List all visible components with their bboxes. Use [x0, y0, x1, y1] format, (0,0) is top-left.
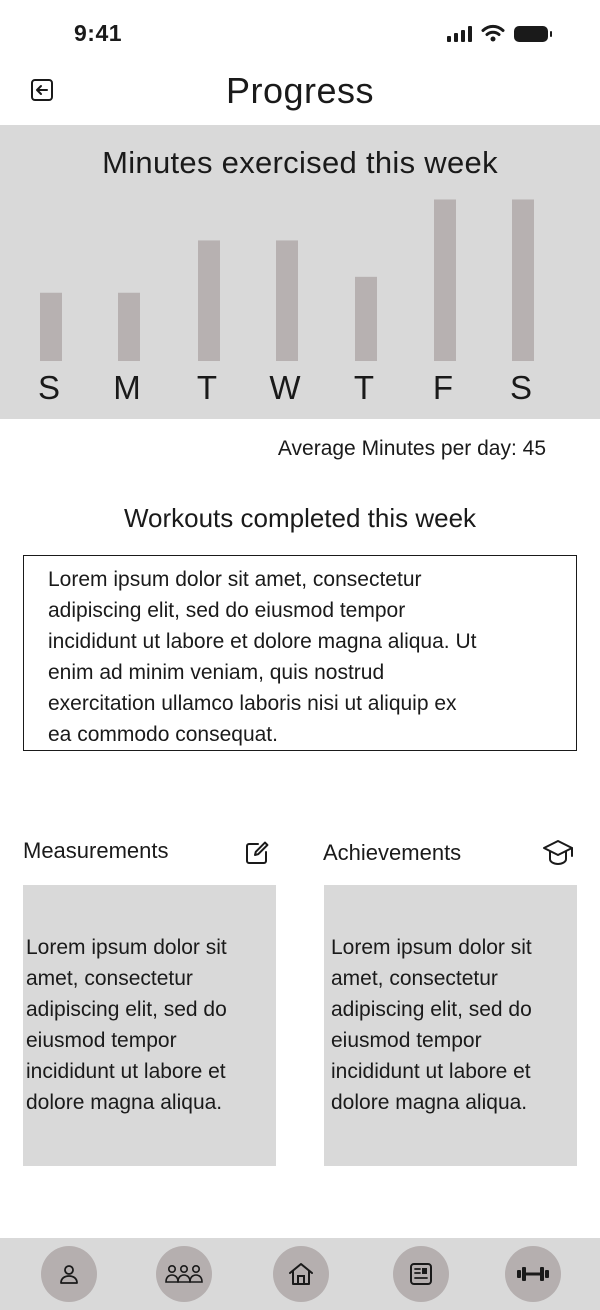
achievements-line: adipiscing elit, sed do [331, 998, 532, 1021]
chart-bar [40, 292, 62, 361]
measurements-line: eiusmod tempor [26, 1029, 177, 1052]
chart-bar [198, 240, 220, 361]
chart-bar [276, 240, 298, 361]
measurements-line: Lorem ipsum dolor sit [26, 936, 227, 959]
nav-profile-button[interactable] [41, 1246, 97, 1302]
workouts-line: Lorem ipsum dolor sit amet, consectetur [48, 568, 422, 591]
achievements-line: incididunt ut labore et [331, 1060, 531, 1083]
chart-day-label: S [510, 369, 532, 406]
workouts-line: adipiscing elit, sed do eiusmod tempor [48, 599, 406, 622]
achievements-label: Achievements [323, 840, 462, 865]
measurements-line: dolore magna aliqua. [26, 1091, 223, 1114]
edit-measurements-button[interactable] [240, 836, 274, 870]
status-bar: 9:41 [0, 0, 600, 64]
chart-bar [434, 199, 456, 361]
exercise-chart-panel: Minutes exercised this week SMTWTFS [0, 125, 600, 419]
measurements-card[interactable]: Lorem ipsum dolor sit amet, consectetur … [23, 885, 276, 1166]
achievements-line: amet, consectetur [331, 967, 498, 990]
chart-day-label: T [354, 369, 374, 406]
graduation-cap-icon [543, 840, 573, 866]
chart-bar [355, 276, 377, 361]
measurements-line: amet, consectetur [26, 967, 193, 990]
chart-day-label: F [433, 369, 453, 406]
workouts-line: ea commodo consequat. [48, 723, 278, 746]
home-icon [289, 1263, 313, 1285]
edit-icon [246, 841, 269, 864]
chart-day-label: S [38, 369, 60, 406]
measurements-line: incididunt ut labore et [26, 1060, 226, 1083]
wifi-icon [481, 24, 505, 42]
workouts-text-box: Lorem ipsum dolor sit amet, consectetur … [23, 555, 577, 751]
achievements-button[interactable] [541, 836, 575, 870]
exercise-bar-chart: SMTWTFS [38, 199, 534, 406]
log-icon [410, 1263, 432, 1285]
dumbbell-icon [517, 1267, 549, 1281]
nav-workouts-button[interactable] [505, 1246, 561, 1302]
measurements-label: Measurements [23, 838, 169, 863]
chart-day-label: M [113, 369, 141, 406]
chart-bar [118, 292, 140, 361]
cellular-signal-icon [447, 26, 472, 42]
community-icon [165, 1264, 203, 1283]
workouts-title: Workouts completed this week [123, 503, 477, 533]
nav-community-button[interactable] [156, 1246, 212, 1302]
nav-home-button[interactable] [273, 1246, 329, 1302]
bottom-navigation [0, 1238, 600, 1310]
achievements-line: dolore magna aliqua. [331, 1091, 528, 1114]
workouts-line: exercitation ullamco laboris nisi ut ali… [48, 692, 457, 715]
page-title: Progress [225, 70, 375, 111]
chart-day-label: T [197, 369, 217, 406]
workouts-line: incididunt ut labore et dolore magna ali… [48, 630, 477, 653]
achievements-line: eiusmod tempor [331, 1029, 482, 1052]
average-minutes-label: Average Minutes per day: 45 [277, 437, 546, 460]
achievements-line: Lorem ipsum dolor sit [331, 936, 532, 959]
battery-icon [514, 26, 552, 42]
workouts-line: enim ad minim veniam, quis nostrud [48, 661, 385, 684]
chart-day-label: W [269, 369, 301, 406]
status-icons [447, 24, 552, 42]
chart-bar [512, 199, 534, 361]
status-time: 9:41 [74, 20, 123, 46]
profile-icon [60, 1265, 78, 1284]
measurements-line: adipiscing elit, sed do [26, 998, 227, 1021]
achievements-card[interactable]: Lorem ipsum dolor sit amet, consectetur … [324, 885, 577, 1166]
nav-log-button[interactable] [393, 1246, 449, 1302]
